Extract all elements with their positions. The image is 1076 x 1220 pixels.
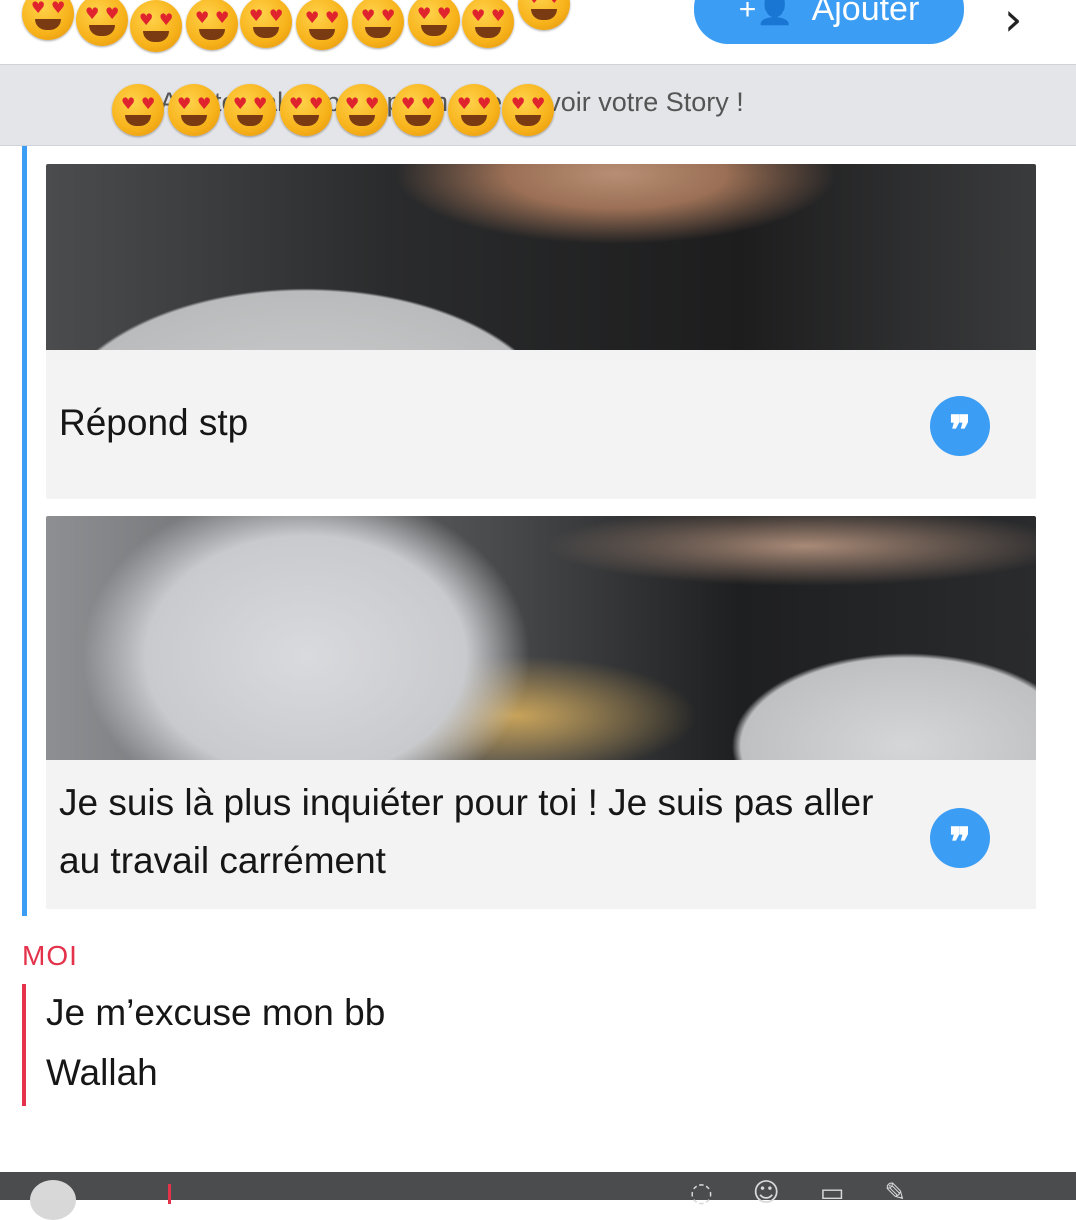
heart-eyes-emoji-icon: ♥♥ [352,0,404,48]
quote-icon[interactable]: ❞ [930,808,990,868]
heart-eyes-emoji-icon: ♥♥ [130,0,182,52]
heart-eyes-emoji-icon: ♥♥ [518,0,570,30]
chat-input-bar[interactable]: ◌☺▭✎ [0,1172,1076,1220]
snap-photo[interactable] [46,164,1036,350]
heart-eyes-emoji-icon: ♥♥ [112,84,164,136]
text-cursor [168,1184,171,1204]
caption-text: Je suis là plus inquiéter pour toi ! Je … [59,782,874,881]
heart-eyes-emoji-icon: ♥♥ [224,84,276,136]
heart-eyes-emoji-icon: ♥♥ [336,84,388,136]
heart-eyes-emoji-icon: ♥♥ [392,84,444,136]
heart-eyes-emoji-icon: ♥♥ [502,84,554,136]
chevron-right-icon[interactable]: › [1004,0,1022,46]
caption-text: Répond stp [59,402,249,443]
my-message-bar [22,984,26,1106]
heart-eyes-emoji-icon: ♥♥ [22,0,74,40]
heart-eyes-emoji-icon: ♥♥ [280,84,332,136]
heart-eyes-emoji-icon: ♥♥ [408,0,460,46]
heart-eyes-emoji-icon: ♥♥ [240,0,292,48]
quote-icon[interactable]: ❞ [930,396,990,456]
snap-reply-card[interactable]: Répond stp ❞ [46,164,1036,499]
snap-photo[interactable] [46,516,1036,760]
my-message[interactable]: Wallah [46,1052,158,1094]
input-toolbar-icons[interactable]: ◌☺▭✎ [690,1178,946,1208]
my-message[interactable]: Je m’excuse mon bb [46,992,385,1034]
heart-eyes-emoji-icon: ♥♥ [186,0,238,50]
camera-icon[interactable] [30,1180,76,1220]
heart-eyes-emoji-icon: ♥♥ [448,84,500,136]
add-friend-icon: +👤 [738,0,794,26]
heart-eyes-emoji-icon: ♥♥ [462,0,514,48]
snap-caption: Répond stp ❞ [46,350,1036,499]
heart-eyes-emoji-icon: ♥♥ [296,0,348,50]
banner-emoji-row: ♥ ♥ ♥ ♥ ♥ ♥ ♥ ♥ ♥ ♥ ♥ ♥ ♥ ♥ ♥ ♥ [112,84,572,144]
add-friend-button[interactable]: +👤 Ajouter [694,0,964,44]
snap-caption: Je suis là plus inquiéter pour toi ! Je … [46,760,1036,909]
heart-eyes-emoji-icon: ♥♥ [168,84,220,136]
name-emoji-row: ♥♥ ♥♥ ♥♥ ♥♥ ♥♥ ♥♥ ♥♥ ♥♥ ♥♥ ♥♥ [22,0,582,52]
add-friend-label: Ajouter [811,0,920,28]
snap-reply-card[interactable]: Je suis là plus inquiéter pour toi ! Je … [46,516,1036,909]
friend-message-bar [22,146,27,916]
sender-label-me: MOI [22,940,78,971]
chat-header: ♥♥ ♥♥ ♥♥ ♥♥ ♥♥ ♥♥ ♥♥ ♥♥ ♥♥ ♥♥ +👤 Ajouter… [0,0,1076,62]
heart-eyes-emoji-icon: ♥♥ [76,0,128,46]
